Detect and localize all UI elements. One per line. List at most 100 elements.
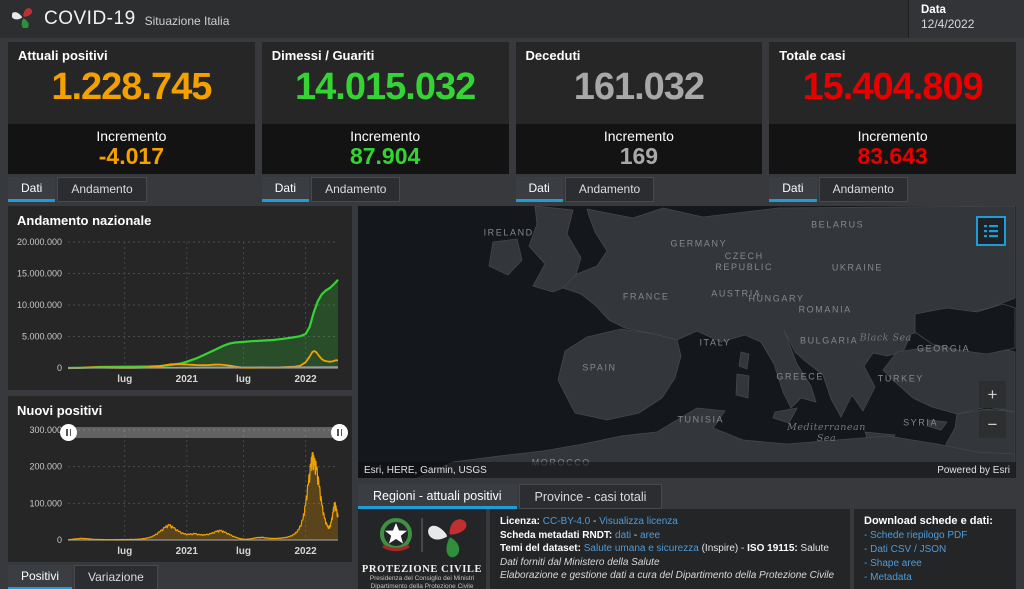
legend-button[interactable] <box>976 216 1006 246</box>
svg-text:lug: lug <box>236 374 251 385</box>
org-line2: Dipartimento della Protezione Civile <box>358 583 486 589</box>
card-deceduti: Deceduti 161.032 Incremento 169 Dati And… <box>516 42 763 204</box>
download-link[interactable]: - Schede riepilogo PDF <box>864 529 1016 543</box>
date-value: 12/4/2022 <box>921 17 1024 31</box>
license-text: Temi del dataset: <box>500 543 581 554</box>
tab-andamento[interactable]: Andamento <box>819 177 908 202</box>
tab-andamento[interactable]: Andamento <box>57 177 146 202</box>
nuovi-positivi-chart: 0100.000200.000300.000lug2021lug2022 <box>12 422 348 558</box>
tab-andamento[interactable]: Andamento <box>311 177 400 202</box>
svg-text:lug: lug <box>117 374 132 385</box>
card-title: Dimessi / Guariti <box>272 48 375 63</box>
map-label: SYRIA <box>903 417 938 428</box>
org-line1: Presidenza del Consiglio dei Ministri <box>358 575 486 583</box>
tab-andamento[interactable]: Andamento <box>565 177 654 202</box>
svg-text:2022: 2022 <box>294 374 317 385</box>
license-text: (Inspire) - <box>699 543 747 554</box>
svg-text:lug: lug <box>117 546 132 557</box>
svg-text:15.000.000: 15.000.000 <box>17 269 62 279</box>
card-attuali-positivi: Attuali positivi 1.228.745 Incremento -4… <box>8 42 255 204</box>
license-text: ISO 19115: <box>747 543 798 554</box>
license-link[interactable]: Salute umana e sicurezza <box>584 543 699 554</box>
svg-text:10.000.000: 10.000.000 <box>17 300 62 310</box>
map-label: HUNGARY <box>748 294 804 305</box>
tab-province-casi-totali[interactable]: Province - casi totali <box>519 484 663 509</box>
download-link[interactable]: - Metadata <box>864 571 1016 585</box>
tab-dati[interactable]: Dati <box>262 177 309 202</box>
svg-text:100.000: 100.000 <box>29 498 62 508</box>
map-label: TURKEY <box>878 373 924 384</box>
increment-value: 87.904 <box>262 143 509 170</box>
date-box: Data 12/4/2022 <box>908 0 1024 38</box>
download-link[interactable]: - Shape aree <box>864 557 1016 571</box>
tab-regioni-attuali-positivi[interactable]: Regioni - attuali positivi <box>358 484 517 509</box>
zoom-out-button[interactable]: − <box>979 411 1006 438</box>
europe-map[interactable]: IRELANDGERMANYBELARUSCZECH REPUBLICUKRAI… <box>358 206 1016 478</box>
card-value: 161.032 <box>516 66 763 109</box>
svg-text:2022: 2022 <box>294 546 317 557</box>
license-text: Scheda metadati RNDT: <box>500 530 612 541</box>
map-label: UKRAINE <box>832 263 883 274</box>
license-text: - <box>631 530 640 541</box>
increment-label: Incremento <box>8 128 255 144</box>
svg-text:200.000: 200.000 <box>29 462 62 472</box>
increment-value: 83.643 <box>769 143 1016 170</box>
slider-handle-right[interactable] <box>331 424 348 441</box>
license-text: Elaborazione e gestione dati a cura del … <box>500 570 834 581</box>
svg-text:5.000.000: 5.000.000 <box>22 332 62 342</box>
card-title: Totale casi <box>779 48 845 63</box>
tab-dati[interactable]: Dati <box>516 177 563 202</box>
andamento-nazionale-panel: Andamento nazionale 05.000.00010.000.000… <box>8 206 352 390</box>
license-text: Salute <box>798 543 829 554</box>
map-label: CZECH REPUBLIC <box>715 251 773 273</box>
increment-label: Incremento <box>262 128 509 144</box>
download-title: Download schede e dati: <box>864 515 1016 527</box>
svg-text:0: 0 <box>57 535 62 545</box>
dashboard-root: COVID-19 Situazione Italia Data 12/4/202… <box>0 0 1024 589</box>
download-link[interactable]: - Dati CSV / JSON <box>864 543 1016 557</box>
map-label: GERMANY <box>670 238 727 249</box>
license-text: - <box>590 516 599 527</box>
attribution-sources: Esri, HERE, Garmin, USGS <box>364 465 487 476</box>
list-legend-icon <box>983 223 999 239</box>
license-panel: Licenza: CC-BY-4.0 - Visualizza licenzaS… <box>490 509 850 589</box>
license-line: Scheda metadati RNDT: dati - aree <box>500 529 850 543</box>
slider-handle-left[interactable] <box>60 424 77 441</box>
tab-variazione[interactable]: Variazione <box>74 565 158 589</box>
license-link[interactable]: dati <box>615 530 631 541</box>
tab-dati[interactable]: Dati <box>769 177 816 202</box>
protezione-civile-emblem-icon <box>370 514 474 558</box>
powered-by-esri: Powered by Esri <box>937 465 1010 476</box>
license-link[interactable]: Visualizza licenza <box>599 516 678 527</box>
tab-dati[interactable]: Dati <box>8 177 55 202</box>
card-totale-casi: Totale casi 15.404.809 Incremento 83.643… <box>769 42 1016 204</box>
card-tabs: Dati Andamento <box>262 177 509 202</box>
svg-text:20.000.000: 20.000.000 <box>17 237 62 247</box>
license-link[interactable]: aree <box>640 530 660 541</box>
license-line: Dati forniti dal Ministero della Salute <box>500 556 850 570</box>
map-attribution: Esri, HERE, Garmin, USGS Powered by Esri <box>358 462 1016 478</box>
license-link[interactable]: CC-BY-4.0 <box>543 516 590 527</box>
zoom-in-button[interactable]: + <box>979 381 1006 408</box>
map-label: GEORGIA <box>917 343 970 354</box>
increment-label: Incremento <box>516 128 763 144</box>
andamento-nazionale-chart: 0 5.000.000 10.000.000 15.000.000 20.000.000… <box>12 234 348 386</box>
license-text: Dati forniti dal Ministero della Salute <box>500 557 660 568</box>
header-bar: COVID-19 Situazione Italia Data 12/4/202… <box>0 0 1024 38</box>
map-label: GREECE <box>776 372 824 383</box>
map-label: BELARUS <box>811 219 864 230</box>
map-label: ROMANIA <box>799 304 852 315</box>
app-title: COVID-19 <box>44 8 136 30</box>
map-label: TUNISIA <box>677 414 724 425</box>
card-value: 14.015.032 <box>262 66 509 109</box>
svg-text:0: 0 <box>57 363 62 373</box>
card-tabs: Dati Andamento <box>516 177 763 202</box>
tab-positivi[interactable]: Positivi <box>8 565 72 589</box>
license-line: Elaborazione e gestione dati a cura del … <box>500 569 850 583</box>
download-links: - Schede riepilogo PDF- Dati CSV / JSON-… <box>864 529 1016 585</box>
card-title: Attuali positivi <box>18 48 108 63</box>
download-panel: Download schede e dati: - Schede riepilo… <box>854 509 1016 589</box>
map-label: Mediterranean Sea <box>787 422 866 444</box>
time-range-slider[interactable] <box>68 427 340 438</box>
increment-value: 169 <box>516 143 763 170</box>
